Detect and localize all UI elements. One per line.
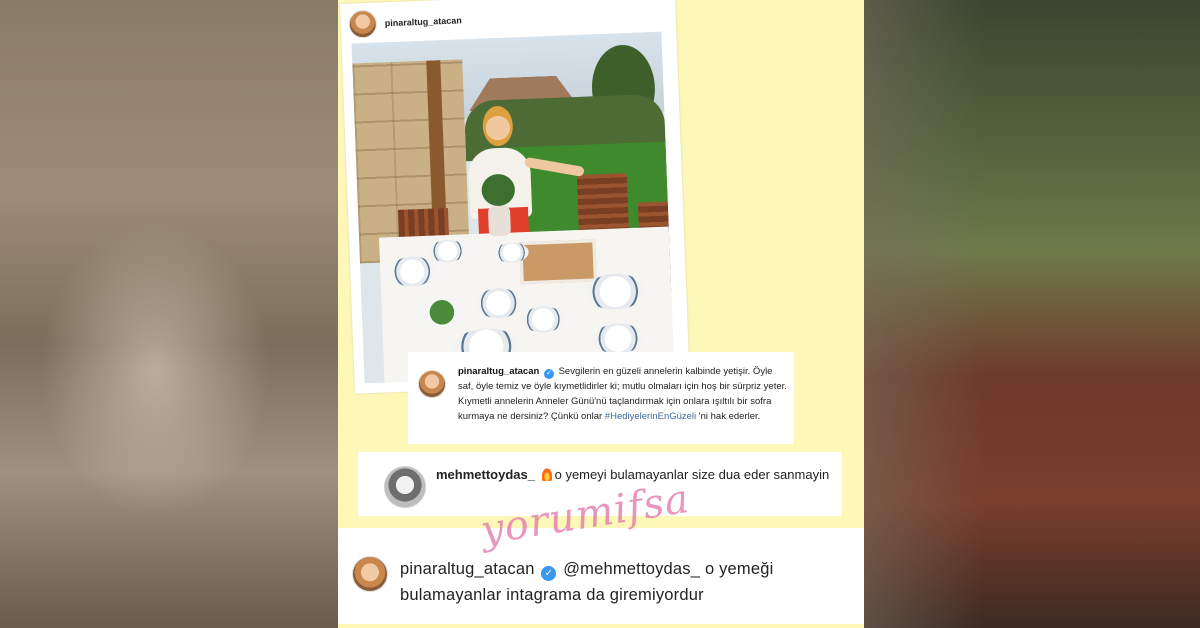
photo-pastry-tray — [519, 239, 597, 285]
reply-text: pinaraltug_atacan ✓ @mehmettoydas_ o yem… — [400, 556, 860, 608]
instagram-post-card: pinaraltug_atacan — [340, 0, 690, 394]
post-avatar[interactable] — [348, 9, 378, 39]
caption-avatar[interactable] — [418, 370, 446, 398]
caption-username[interactable]: pinaraltug_atacan — [458, 366, 539, 377]
caption-hashtag[interactable]: #HediyelerinEnGüzeli — [605, 411, 696, 422]
fire-icon — [540, 467, 553, 481]
comment-avatar[interactable] — [384, 466, 426, 508]
post-username[interactable]: pinaraltug_atacan — [385, 15, 462, 28]
comment-body: o yemeyi bulamayanlar size dua eder sanm… — [554, 467, 830, 482]
verified-badge-icon: ✓ — [543, 369, 554, 379]
post-header: pinaraltug_atacan — [348, 5, 462, 39]
blurred-background-left — [0, 0, 338, 628]
post-photo[interactable] — [351, 31, 675, 384]
comment-text: mehmettoydas_ o yemeyi bulamayanlar size… — [436, 464, 836, 485]
reply-avatar[interactable] — [352, 556, 388, 592]
blurred-background-right — [864, 0, 1200, 628]
caption-text: pinaraltug_atacan ✓ Sevgilerin en güzeli… — [458, 364, 788, 424]
verified-badge-icon: ✓ — [541, 566, 557, 581]
reply-card: pinaraltug_atacan ✓ @mehmettoydas_ o yem… — [338, 528, 864, 624]
reply-mention[interactable]: @mehmettoydas_ — [563, 560, 700, 578]
comment-username[interactable]: mehmettoydas_ — [436, 467, 535, 482]
reply-username[interactable]: pinaraltug_atacan — [400, 560, 535, 578]
photo-vase — [487, 205, 512, 237]
caption-body-end: 'ni hak ederler. — [698, 411, 761, 422]
post-caption-card: pinaraltug_atacan ✓ Sevgilerin en güzeli… — [408, 352, 794, 444]
